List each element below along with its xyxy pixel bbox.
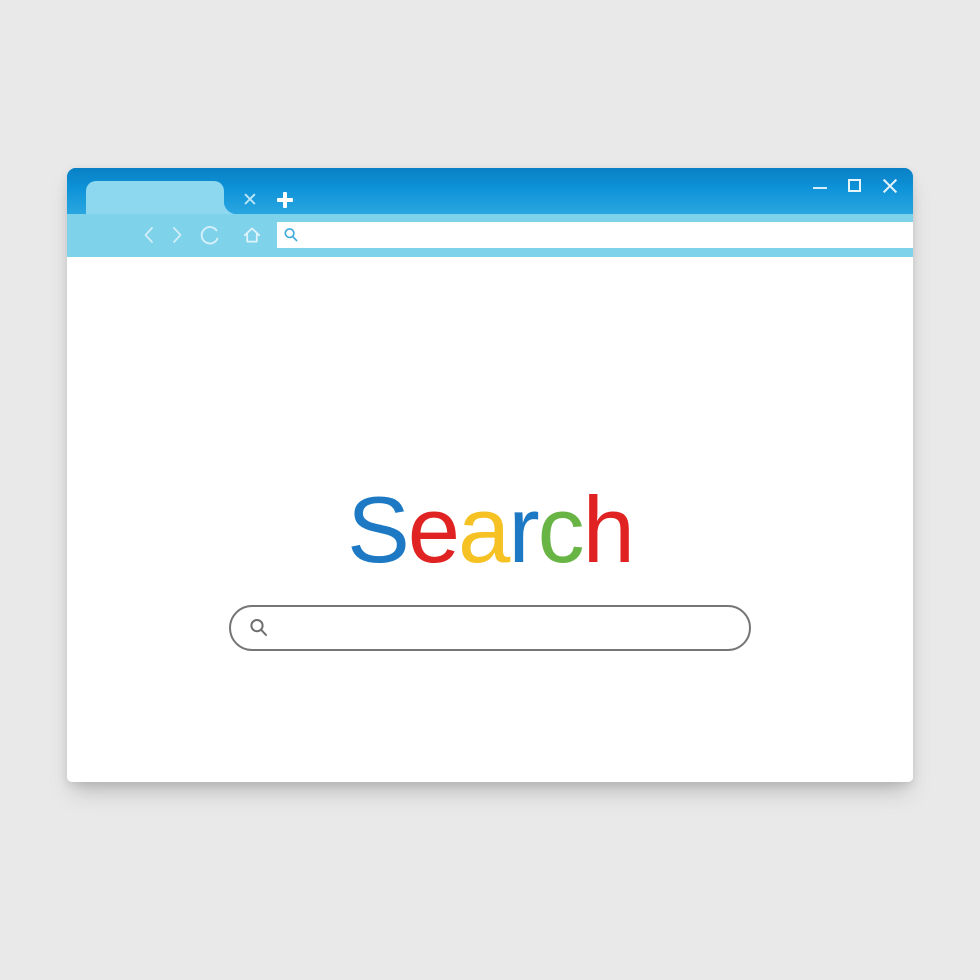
window-controls bbox=[811, 175, 899, 197]
chevron-right-icon[interactable] bbox=[163, 222, 189, 248]
logo-letter: S bbox=[347, 477, 410, 582]
search-input[interactable] bbox=[271, 607, 749, 649]
new-tab-icon[interactable] bbox=[274, 189, 296, 211]
browser-window: ✕ Search bbox=[67, 168, 913, 782]
search-icon bbox=[282, 226, 300, 244]
logo-letter: c bbox=[537, 477, 585, 582]
browser-toolbar bbox=[67, 214, 913, 257]
address-bar-input[interactable] bbox=[300, 222, 913, 248]
browser-title-bar: ✕ bbox=[67, 168, 913, 214]
search-logo: Search bbox=[67, 483, 913, 577]
search-input-box[interactable] bbox=[229, 605, 751, 651]
reload-icon[interactable] bbox=[197, 222, 223, 248]
minimize-icon-bar bbox=[813, 187, 827, 189]
logo-letter: h bbox=[582, 477, 635, 582]
maximize-icon-box bbox=[848, 179, 861, 192]
plus-icon-vertical-bar bbox=[283, 192, 287, 208]
minimize-icon[interactable] bbox=[811, 177, 829, 195]
logo-letter: a bbox=[458, 477, 510, 582]
tab-close-icon[interactable]: ✕ bbox=[239, 190, 261, 212]
maximize-icon[interactable] bbox=[846, 177, 864, 195]
logo-letter: e bbox=[407, 477, 460, 582]
logo-letter: r bbox=[508, 477, 539, 582]
address-bar[interactable] bbox=[277, 222, 913, 248]
search-icon bbox=[247, 616, 271, 640]
close-icon[interactable] bbox=[881, 177, 899, 195]
browser-tab[interactable] bbox=[86, 181, 224, 214]
chevron-left-icon[interactable] bbox=[137, 222, 163, 248]
page-content: Search bbox=[67, 257, 913, 782]
home-icon[interactable] bbox=[239, 222, 265, 248]
